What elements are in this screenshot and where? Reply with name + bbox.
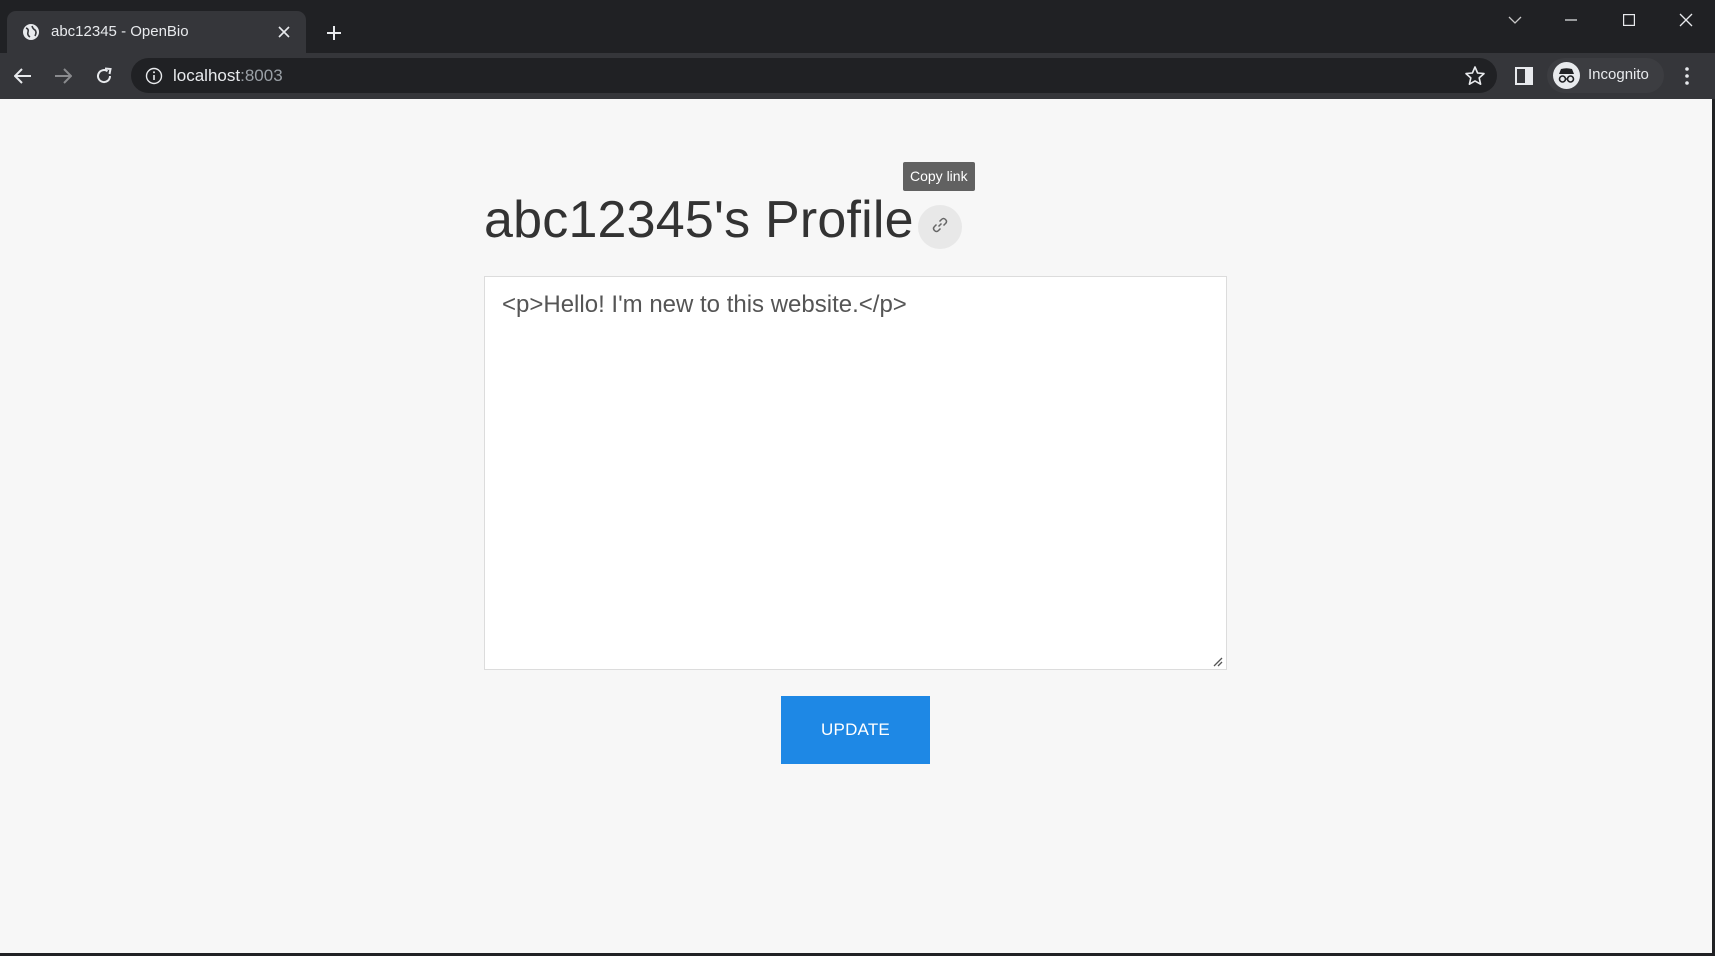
resize-handle-icon[interactable] (1211, 654, 1223, 667)
incognito-profile-button[interactable]: Incognito (1547, 58, 1664, 93)
copy-link-tooltip: Copy link (903, 162, 975, 191)
new-tab-button[interactable] (321, 20, 347, 46)
side-panel-icon[interactable] (1511, 63, 1537, 89)
browser-tab-active[interactable]: abc12345 - OpenBio (7, 11, 306, 53)
info-icon[interactable] (145, 67, 163, 85)
bio-textarea-value: <p>Hello! I'm new to this website.</p> (502, 291, 907, 318)
url-port: :8003 (240, 66, 283, 85)
maximize-button[interactable] (1600, 0, 1658, 40)
forward-button[interactable] (48, 61, 78, 91)
minimize-button[interactable] (1542, 0, 1600, 40)
bookmark-star-icon[interactable] (1464, 65, 1486, 87)
page-content: Copy link abc12345's Profile <p>Hello! I… (0, 99, 1715, 956)
tab-search-icon[interactable] (1486, 0, 1544, 40)
globe-icon (22, 23, 40, 41)
window-close-button[interactable] (1657, 0, 1715, 40)
incognito-label: Incognito (1588, 66, 1649, 83)
page-title: abc12345's Profile (484, 191, 914, 249)
bio-textarea[interactable]: <p>Hello! I'm new to this website.</p> (484, 276, 1227, 670)
reload-button[interactable] (89, 61, 119, 91)
close-icon[interactable] (274, 22, 294, 42)
update-button[interactable]: UPDATE (781, 696, 930, 764)
more-menu-icon[interactable] (1677, 62, 1697, 90)
url-host: localhost (173, 66, 241, 85)
copy-link-button[interactable] (918, 205, 962, 249)
back-button[interactable] (8, 61, 38, 91)
address-url: localhost:8003 (173, 66, 283, 86)
address-bar[interactable]: localhost:8003 (131, 58, 1497, 93)
tab-strip: abc12345 - OpenBio (0, 0, 1715, 53)
incognito-icon (1553, 62, 1580, 89)
link-icon (931, 216, 949, 239)
browser-chrome: abc12345 - OpenBio localhost:8003 Incogn… (0, 0, 1715, 99)
browser-toolbar: localhost:8003 Incognito (0, 53, 1715, 99)
tab-title: abc12345 - OpenBio (51, 23, 189, 40)
